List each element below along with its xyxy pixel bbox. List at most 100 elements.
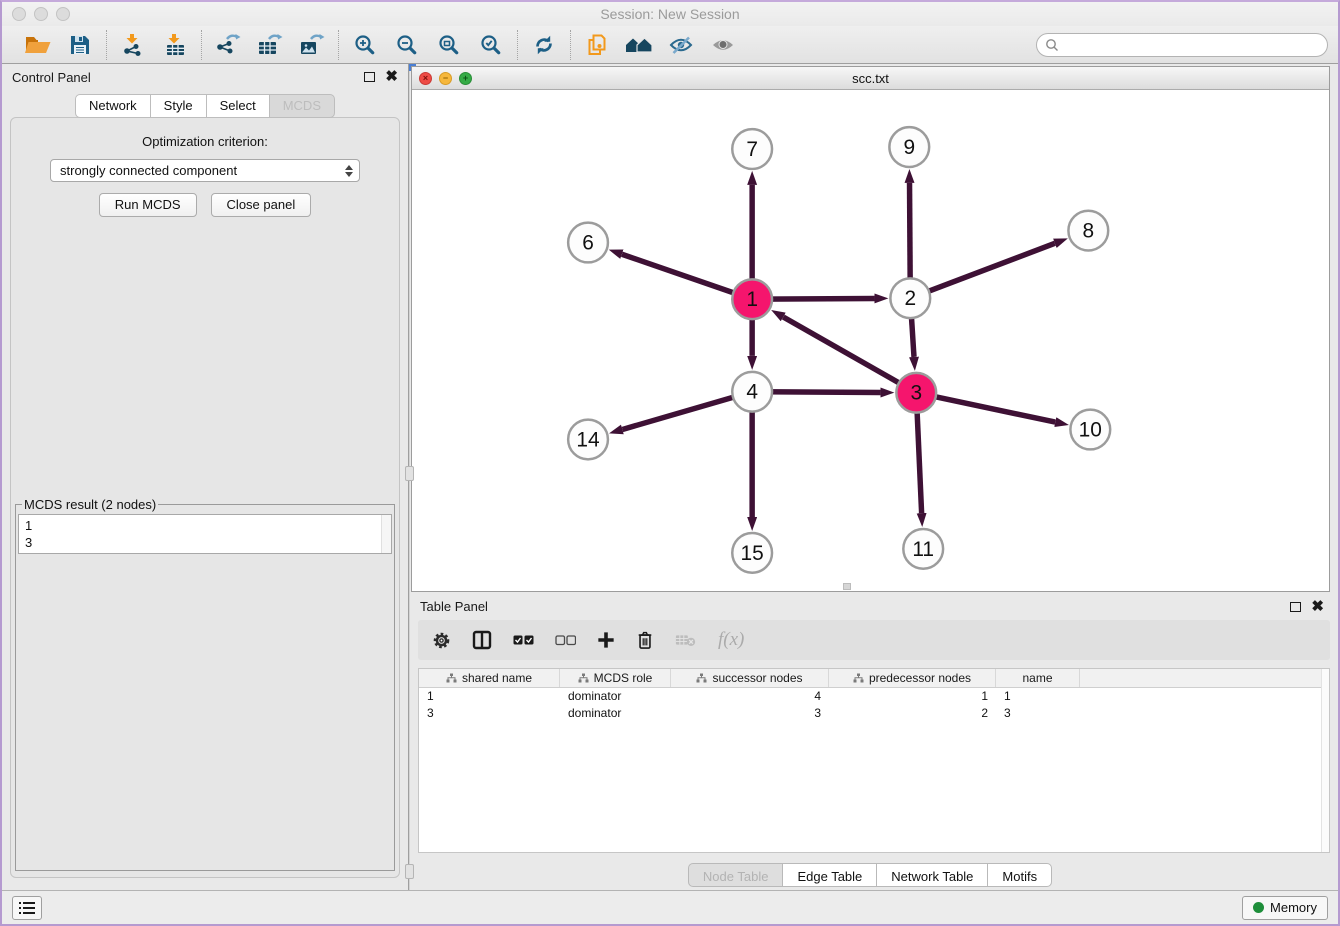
delete-column-button[interactable] <box>636 630 654 650</box>
tab-motifs[interactable]: Motifs <box>987 863 1052 887</box>
export-network-button[interactable] <box>212 30 244 60</box>
hierarchy-icon <box>853 673 864 683</box>
table-cell[interactable]: 1 <box>419 688 560 705</box>
home-button[interactable] <box>623 30 655 60</box>
edge-2-8[interactable] <box>910 243 1055 298</box>
deselect-all-columns-button[interactable] <box>555 633 576 647</box>
zoom-fit-button[interactable] <box>433 30 465 60</box>
table-cell[interactable]: dominator <box>560 705 671 722</box>
table-cell[interactable]: 3 <box>671 705 829 722</box>
network-window-titlebar[interactable]: × − + scc.txt <box>412 67 1329 90</box>
control-panel-title: Control Panel <box>12 70 91 85</box>
float-panel-icon[interactable] <box>364 72 375 82</box>
splitter-handle[interactable] <box>405 466 414 481</box>
import-table-button[interactable] <box>159 30 191 60</box>
column-header-predecessor-nodes[interactable]: predecessor nodes <box>829 669 996 687</box>
memory-button[interactable]: Memory <box>1242 896 1328 920</box>
table-cell[interactable]: 3 <box>419 705 560 722</box>
table-cell[interactable]: 4 <box>671 688 829 705</box>
result-scrollbar[interactable] <box>381 515 391 553</box>
table-row[interactable]: 1dominator411 <box>419 688 1329 705</box>
network-graph[interactable]: 7 9 6 8 1 2 4 3 14 10 15 11 <box>412 91 1329 591</box>
status-menu-button[interactable] <box>12 896 42 920</box>
svg-text:8: 8 <box>1083 220 1095 243</box>
search-input[interactable] <box>1064 35 1327 55</box>
splitter-handle[interactable] <box>405 864 414 879</box>
column-header-shared-name[interactable]: shared name <box>419 669 560 687</box>
table-cell[interactable]: 2 <box>829 705 996 722</box>
tab-edge-table[interactable]: Edge Table <box>782 863 877 887</box>
tab-network[interactable]: Network <box>75 94 151 118</box>
node-6[interactable]: 6 <box>568 223 608 263</box>
export-image-button[interactable] <box>296 30 328 60</box>
mcds-result-box[interactable]: 1 3 <box>18 514 392 554</box>
node-2[interactable]: 2 <box>890 278 930 318</box>
show-columns-button[interactable] <box>472 630 492 650</box>
node-7[interactable]: 7 <box>732 129 772 169</box>
import-table-icon <box>163 33 187 57</box>
tab-mcds[interactable]: MCDS <box>269 94 335 118</box>
node-9[interactable]: 9 <box>889 127 929 167</box>
table-cell[interactable]: 3 <box>996 705 1080 722</box>
network-canvas[interactable]: 7 9 6 8 1 2 4 3 14 10 15 11 <box>412 91 1329 591</box>
zoom-out-button[interactable] <box>391 30 423 60</box>
main-toolbar <box>2 26 1338 64</box>
annotation-button[interactable] <box>581 30 613 60</box>
table-row[interactable]: 3dominator323 <box>419 705 1329 722</box>
select-stepper-icon <box>343 160 359 181</box>
svg-text:15: 15 <box>741 542 764 565</box>
edge-3-10[interactable] <box>916 393 1055 422</box>
run-mcds-button[interactable]: Run MCDS <box>99 193 197 217</box>
tab-style[interactable]: Style <box>150 94 207 118</box>
open-session-button[interactable] <box>22 30 54 60</box>
node-14[interactable]: 14 <box>568 420 608 460</box>
search-box[interactable] <box>1036 33 1328 57</box>
close-panel-button[interactable]: Close panel <box>211 193 312 217</box>
search-icon <box>1045 38 1059 52</box>
table-settings-button[interactable] <box>432 631 451 650</box>
refresh-button[interactable] <box>528 30 560 60</box>
tab-node-table[interactable]: Node Table <box>688 863 784 887</box>
delete-table-button[interactable] <box>675 632 697 648</box>
select-all-columns-button[interactable] <box>513 633 534 647</box>
svg-text:9: 9 <box>903 136 915 159</box>
checked-boxes-icon <box>513 633 534 647</box>
table-scrollbar[interactable] <box>1321 669 1329 852</box>
add-column-button[interactable] <box>597 631 615 649</box>
import-network-button[interactable] <box>117 30 149 60</box>
column-header-successor-nodes[interactable]: successor nodes <box>671 669 829 687</box>
zoom-selected-button[interactable] <box>475 30 507 60</box>
node-3[interactable]: 3 <box>896 373 936 413</box>
node-8[interactable]: 8 <box>1068 211 1108 251</box>
tab-select[interactable]: Select <box>206 94 270 118</box>
node-11[interactable]: 11 <box>903 529 943 569</box>
show-all-button[interactable] <box>707 30 739 60</box>
close-panel-icon[interactable]: ✖ <box>385 72 398 82</box>
save-session-button[interactable] <box>64 30 96 60</box>
criterion-select[interactable]: strongly connected component <box>50 159 360 182</box>
tab-network-table[interactable]: Network Table <box>876 863 988 887</box>
table-cell[interactable]: dominator <box>560 688 671 705</box>
table-cell[interactable]: 1 <box>829 688 996 705</box>
node-15[interactable]: 15 <box>732 533 772 573</box>
svg-text:3: 3 <box>910 382 922 405</box>
window-title: Session: New Session <box>2 6 1338 22</box>
hide-selected-button[interactable] <box>665 30 697 60</box>
edge-3-1[interactable] <box>783 317 916 393</box>
mcds-result-text: 1 3 <box>19 515 391 553</box>
node-4[interactable]: 4 <box>732 372 772 412</box>
node-1[interactable]: 1 <box>732 279 772 319</box>
column-header-name[interactable]: name <box>996 669 1080 687</box>
export-table-button[interactable] <box>254 30 286 60</box>
function-builder-button[interactable]: f(x) <box>718 629 744 651</box>
network-window-title: scc.txt <box>412 71 1329 86</box>
float-table-panel-icon[interactable] <box>1290 602 1301 612</box>
table-panel: Table Panel ✖ f(x) shared nameMCDS <box>410 592 1338 890</box>
zoom-in-button[interactable] <box>349 30 381 60</box>
table-cell[interactable]: 1 <box>996 688 1080 705</box>
close-table-panel-icon[interactable]: ✖ <box>1311 602 1324 612</box>
open-folder-icon <box>24 33 52 57</box>
column-header-mcds-role[interactable]: MCDS role <box>560 669 671 687</box>
node-10[interactable]: 10 <box>1070 410 1110 450</box>
network-hscroll-handle[interactable] <box>843 583 851 590</box>
